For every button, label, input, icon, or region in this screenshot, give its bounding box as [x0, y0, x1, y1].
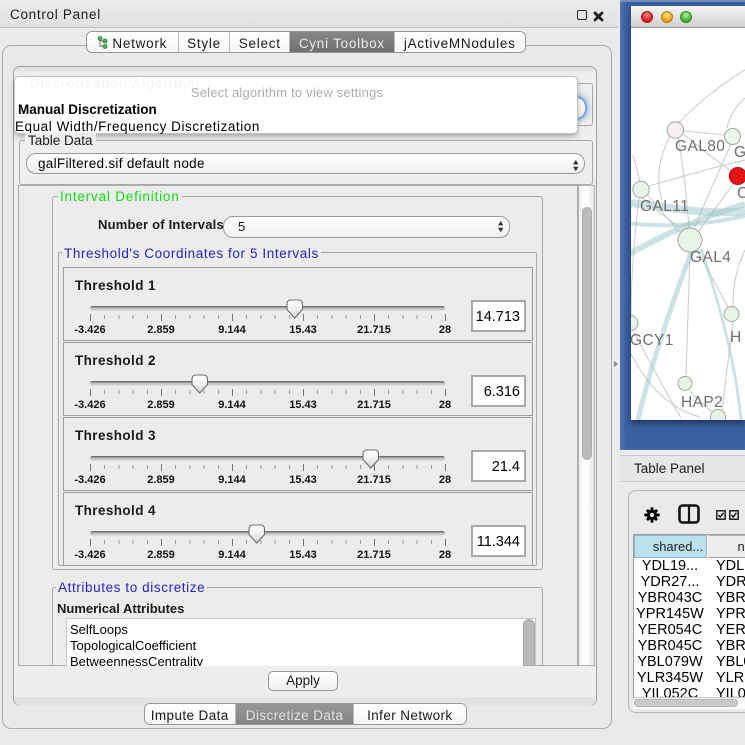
svg-text:GAL80: GAL80 [675, 138, 725, 155]
svg-text:GAL4: GAL4 [690, 249, 731, 266]
svg-text:HAP2: HAP2 [681, 394, 723, 411]
svg-text:G.: G. [734, 144, 745, 161]
svg-text:C: C [737, 185, 745, 202]
svg-text:H: H [730, 329, 742, 346]
svg-text:GAL11: GAL11 [640, 198, 689, 215]
svg-text:GCY1: GCY1 [631, 332, 674, 349]
